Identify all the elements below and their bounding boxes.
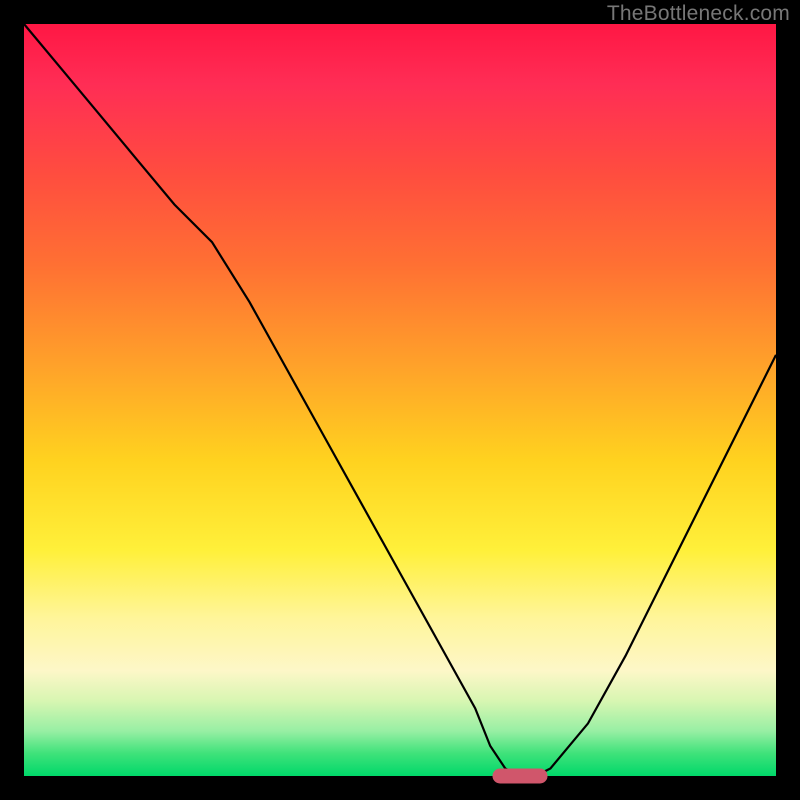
optimal-marker: [493, 769, 548, 784]
bottleneck-curve: [24, 24, 776, 776]
curve-path: [24, 24, 776, 776]
chart-frame: TheBottleneck.com: [0, 0, 800, 800]
watermark-text: TheBottleneck.com: [607, 2, 790, 26]
